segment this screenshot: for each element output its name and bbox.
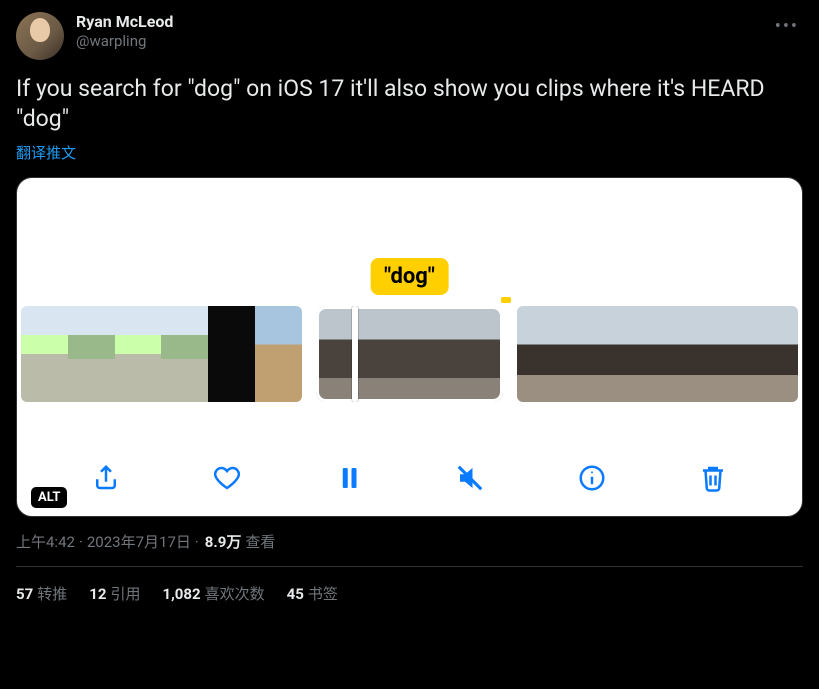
alt-badge[interactable]: ALT: [31, 487, 67, 508]
clip-group-active[interactable]: [316, 306, 503, 402]
divider: [16, 566, 803, 567]
thumbnail: [410, 306, 457, 402]
stat-number: 57: [16, 585, 33, 603]
thumbnail: [751, 306, 798, 402]
thumbnail: [564, 306, 611, 402]
tweet-meta: 上午4:42 · 2023年7月17日 · 8.9万 查看: [16, 531, 803, 552]
share-icon[interactable]: [88, 460, 124, 496]
likes-stat[interactable]: 1,082 喜欢次数: [162, 583, 264, 604]
clip-group[interactable]: [517, 306, 798, 402]
tweet-date[interactable]: 2023年7月17日: [87, 531, 191, 552]
scrub-handle[interactable]: [352, 306, 358, 402]
thumbnail: [456, 306, 503, 402]
views-count: 8.9万: [205, 531, 242, 552]
user-handle: @warpling: [76, 32, 173, 51]
search-term-bubble: "dog": [370, 258, 449, 295]
avatar[interactable]: [16, 12, 64, 60]
thumbnail: [21, 306, 68, 402]
heart-icon[interactable]: [209, 460, 245, 496]
thumbnail: [658, 306, 705, 402]
video-timeline[interactable]: [17, 306, 802, 402]
playhead-marker: [501, 297, 511, 303]
stat-label: 引用: [110, 585, 140, 603]
media-card[interactable]: "dog": [16, 177, 803, 517]
thumbnail: [255, 306, 302, 402]
stat-number: 12: [89, 585, 106, 603]
tweet-container: Ryan McLeod @warpling ••• If you search …: [0, 0, 819, 612]
thumbnail: [704, 306, 751, 402]
thumbnail: [363, 306, 410, 402]
more-icon[interactable]: •••: [771, 12, 803, 41]
views-label: 查看: [245, 531, 275, 552]
tweet-text: If you search for "dog" on iOS 17 it'll …: [16, 74, 803, 134]
thumbnail: [68, 306, 115, 402]
clip-group[interactable]: [21, 306, 302, 402]
thumbnail: [208, 306, 255, 402]
thumbnail: [517, 306, 564, 402]
stat-label: 书签: [308, 585, 338, 603]
tweet-time[interactable]: 上午4:42: [16, 531, 75, 552]
translate-link[interactable]: 翻译推文: [16, 142, 803, 163]
stat-number: 45: [287, 585, 304, 603]
quotes-stat[interactable]: 12引用: [89, 583, 140, 604]
user-info[interactable]: Ryan McLeod @warpling: [76, 12, 173, 51]
display-name: Ryan McLeod: [76, 12, 173, 32]
pause-icon[interactable]: [331, 460, 367, 496]
thumbnail: [115, 306, 162, 402]
separator: ·: [195, 533, 199, 551]
media-toolbar: [17, 460, 802, 496]
retweets-stat[interactable]: 57转推: [16, 583, 67, 604]
stat-label: 转推: [37, 585, 67, 603]
tweet-header: Ryan McLeod @warpling •••: [16, 12, 803, 60]
stat-label: 喜欢次数: [205, 585, 265, 603]
thumbnail: [161, 306, 208, 402]
info-icon[interactable]: [574, 460, 610, 496]
mute-icon[interactable]: [452, 460, 488, 496]
stats-row: 57转推 12引用 1,082 喜欢次数 45书签: [16, 583, 803, 604]
bookmarks-stat[interactable]: 45书签: [287, 583, 338, 604]
separator: ·: [79, 533, 83, 551]
thumbnail: [611, 306, 658, 402]
trash-icon[interactable]: [695, 460, 731, 496]
stat-number: 1,082: [162, 585, 200, 603]
